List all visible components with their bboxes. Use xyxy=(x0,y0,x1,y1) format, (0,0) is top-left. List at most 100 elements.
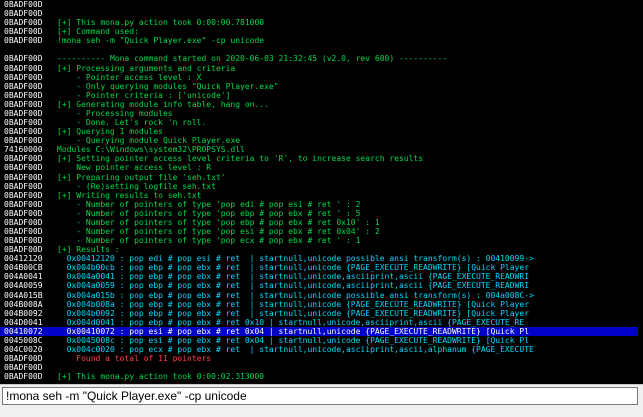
log-row-message: [+] Querying 1 modules xyxy=(57,127,163,137)
log-scroll-gutter xyxy=(638,0,643,384)
log-row[interactable]: 0BADF00D - Number of pointers of type 'p… xyxy=(0,218,643,227)
log-row-address: 0045008C xyxy=(4,335,43,345)
log-row[interactable]: 74160000 Modules C:\Windows\system32\PROP… xyxy=(0,145,643,154)
log-row-message: [+] Results : xyxy=(57,245,120,255)
log-row[interactable]: 0BADF00D - Number of pointers of type 'p… xyxy=(0,200,643,209)
log-row-address: 0BADF00D xyxy=(4,63,43,73)
log-row[interactable]: 00412120 0x00412120 : pop edi # pop esi … xyxy=(0,254,643,263)
log-row-message: - Querying module Quick Player.exe xyxy=(57,136,241,146)
log-row-message: 0x00412120 : pop edi # pop esi # ret | s… xyxy=(57,254,534,264)
log-row[interactable]: 0BADF00D - Pointer access level : X xyxy=(0,73,643,82)
log-row-message: - Pointer access level : X xyxy=(57,72,202,82)
log-row[interactable]: 0BADF00D [+] Generating module info table… xyxy=(0,100,643,109)
log-row[interactable] xyxy=(0,45,643,54)
log-row[interactable]: 0BADF00D xyxy=(0,0,643,9)
log-row-message: [+] Setting pointer access level criteri… xyxy=(57,154,424,164)
log-row-address: 0BADF00D xyxy=(4,136,43,146)
log-row-message: - Number of pointers of type 'pop ecx # … xyxy=(57,236,361,246)
log-row-message: - Number of pointers of type 'pop esi # … xyxy=(57,227,380,236)
log-row[interactable]: 0BADF00D xyxy=(0,363,643,372)
log-row-address: 004C0020 xyxy=(4,345,43,355)
log-row-address: 0BADF00D xyxy=(4,108,43,118)
log-row[interactable]: 0BADF00D [+] Processing arguments and cri… xyxy=(0,64,643,73)
log-row[interactable]: 0BADF00D [+] Querying 1 modules xyxy=(0,127,643,136)
log-row-message: 0x004b008a : pop ebp # pop ebx # ret | s… xyxy=(57,299,530,309)
log-row-address: 004D0041 xyxy=(4,317,43,327)
log-row-message: 0x004a0041 : pop ebp # pop ebx # ret | s… xyxy=(57,272,530,282)
log-row[interactable]: 0BADF00D - (Re)setting logfile seh.txt xyxy=(0,182,643,191)
log-row-message: - Pointer criteria : ['unicode'] xyxy=(57,90,231,100)
log-window[interactable]: 0BADF00D 0BADF00D 0BADF00D [+] This mona.py… xyxy=(0,0,643,384)
log-row[interactable]: 004B00CB 0x004b00cb : pop ebp # pop ebx … xyxy=(0,263,643,272)
log-row[interactable]: 004C0020 0x004c0020 : pop ecx # pop ebx … xyxy=(0,345,643,354)
log-row[interactable]: 004A015B 0x004a015b : pop ebp # pop ebx … xyxy=(0,291,643,300)
log-row-message: Modules C:\Windows\system32\PROPSYS.dll xyxy=(57,145,245,155)
log-row[interactable]: 0BADF00D [+] This mona.py action took 0:0… xyxy=(0,18,643,27)
log-row-address: 0BADF00D xyxy=(4,163,43,173)
log-row-address: 0BADF00D xyxy=(4,90,43,100)
log-row-address: 004A0059 xyxy=(4,281,43,291)
log-row-message: [+] This mona.py action took 0:00:02.313… xyxy=(57,372,265,382)
log-row-address: 0BADF00D xyxy=(4,236,43,246)
log-row[interactable]: 004A0059 0x004a0059 : pop ebp # pop ebx … xyxy=(0,281,643,290)
log-row-message: ---------- Mona command started on 2020-… xyxy=(57,54,448,64)
log-row-message: !mona seh -m "Quick Player.exe" -cp unic… xyxy=(57,36,265,46)
log-row[interactable]: 0BADF00D - Only querying modules "Quick … xyxy=(0,82,643,91)
log-row-address: 0BADF00D xyxy=(4,227,43,236)
log-row-message: Found a total of 11 pointers xyxy=(57,354,212,364)
command-bar: !mona seh -m "Quick Player.exe" -cp unic… xyxy=(0,384,643,417)
log-row[interactable]: 0BADF00D - Pointer criteria : ['unicode'… xyxy=(0,91,643,100)
log-row[interactable]: 0BADF00D [+] Setting pointer access level… xyxy=(0,154,643,163)
log-row[interactable]: 004B008A 0x004b008a : pop ebp # pop ebx … xyxy=(0,300,643,309)
log-row-address: 004A0041 xyxy=(4,272,43,282)
log-row-address: 004B0092 xyxy=(4,308,43,318)
log-row-address: 0BADF00D xyxy=(4,81,43,91)
log-row[interactable]: 0BADF00D [+] Command used: xyxy=(0,27,643,36)
log-row-address: 0BADF00D xyxy=(4,54,43,64)
log-row[interactable]: 0BADF00D ---------- Mona command started … xyxy=(0,54,643,63)
log-row[interactable]: 0BADF00D !mona seh -m "Quick Player.exe" … xyxy=(0,36,643,45)
log-row[interactable]: 004A0041 0x004a0041 : pop ebp # pop ebx … xyxy=(0,272,643,281)
log-row-message: New pointer access level : R xyxy=(57,163,212,173)
log-row-message: - Number of pointers of type 'pop ebp # … xyxy=(57,217,380,227)
log-row-message: - (Re)setting logfile seh.txt xyxy=(57,181,216,191)
log-row-message: 0x004b0092 : pop ebp # pop ebx # ret | s… xyxy=(57,308,530,318)
log-row[interactable]: 0BADF00D - Processing modules xyxy=(0,109,643,118)
log-row-message: - Processing modules xyxy=(57,108,173,118)
log-row[interactable]: 0BADF00D - Querying module Quick Player.… xyxy=(0,136,643,145)
log-row-address: 0BADF00D xyxy=(4,127,43,137)
log-row-address: 004A015B xyxy=(4,290,43,300)
log-row[interactable]: 0BADF00D - Number of pointers of type 'p… xyxy=(0,209,643,218)
log-row[interactable]: 0BADF00D - Number of pointers of type 'p… xyxy=(0,227,643,236)
log-row[interactable]: 0BADF00D New pointer access level : R xyxy=(0,163,643,172)
log-row[interactable]: 0BADF00D - Number of pointers of type 'p… xyxy=(0,236,643,245)
log-row[interactable]: 0BADF00D [+] Writing results to seh.txt xyxy=(0,191,643,200)
log-row-message: 0x0045008c : pop esi # pop ebx # ret 0x0… xyxy=(57,335,530,345)
log-row-address: 0BADF00D xyxy=(4,118,43,128)
log-row-address: 0BADF00D xyxy=(4,0,43,9)
log-row-message: 0x004a015b : pop ebp # pop ebx # ret | s… xyxy=(57,290,534,300)
log-row[interactable]: 0BADF00D - Done. Let's rock 'n roll. xyxy=(0,118,643,127)
log-row[interactable]: 0045008C 0x0045008c : pop esi # pop ebx … xyxy=(0,336,643,345)
log-row-message: 0x004a0059 : pop ebp # pop ebx # ret | s… xyxy=(57,281,530,291)
log-row-address: 0BADF00D xyxy=(4,172,43,182)
log-row-message: [+] Command used: xyxy=(57,27,139,37)
log-row-message: [+] Generating module info table, hang o… xyxy=(57,99,269,109)
log-row-address: 00410072 xyxy=(4,326,43,336)
log-row[interactable]: 0BADF00D [+] Results : xyxy=(0,245,643,254)
command-input[interactable]: !mona seh -m "Quick Player.exe" -cp unic… xyxy=(2,387,638,405)
log-row[interactable]: 0BADF00D xyxy=(0,9,643,18)
log-row-message: - Only querying modules "Quick Player.ex… xyxy=(57,81,279,91)
log-row-address: 0BADF00D xyxy=(4,27,43,37)
log-row-address: 0BADF00D xyxy=(4,354,43,364)
log-row-address: 0BADF00D xyxy=(4,245,43,255)
log-row-selected[interactable]: 00410072 0x00410072 : pop esi # pop ebx … xyxy=(0,326,643,336)
log-row-address: 004B008A xyxy=(4,299,43,309)
log-row[interactable]: 004D0041 0x004d0041 : pop ebp # pop ebx … xyxy=(0,318,643,327)
log-row[interactable]: 0BADF00D [+] Preparing output file 'seh.t… xyxy=(0,173,643,182)
log-row-address: 0BADF00D xyxy=(4,208,43,218)
log-row[interactable]: 0BADF00D [+] This mona.py action took 0:0… xyxy=(0,372,643,381)
log-row[interactable]: 0BADF00D Found a total of 11 pointers xyxy=(0,354,643,363)
log-row-address: 0BADF00D xyxy=(4,181,43,191)
log-row[interactable]: 004B0092 0x004b0092 : pop ebp # pop ebx … xyxy=(0,309,643,318)
